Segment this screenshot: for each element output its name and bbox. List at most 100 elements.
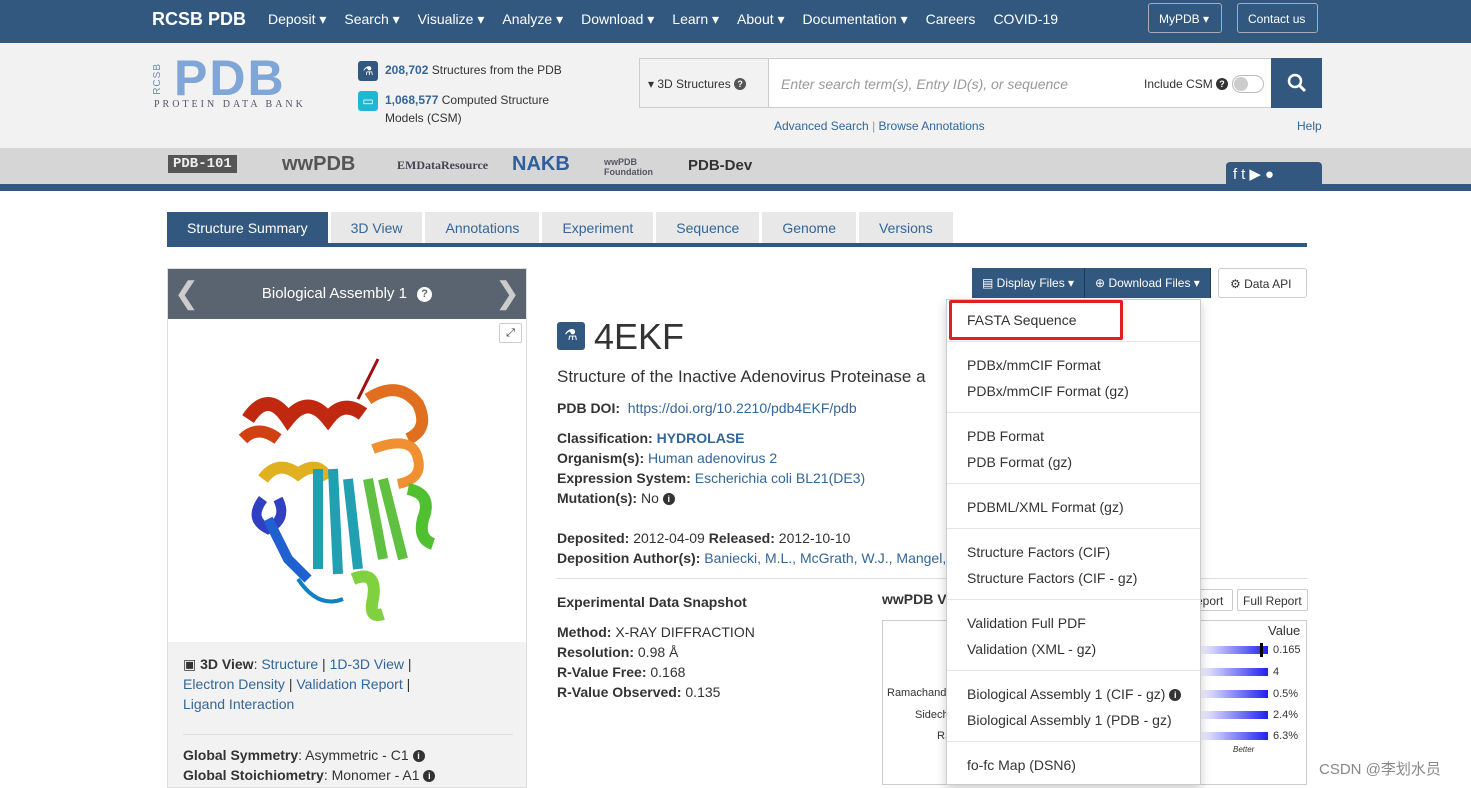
help-link[interactable]: Help — [1297, 119, 1322, 133]
search-button[interactable] — [1271, 58, 1322, 108]
electron-density-link[interactable]: Electron Density — [183, 676, 285, 692]
tab-annotations[interactable]: Annotations — [425, 212, 540, 243]
menu-about[interactable]: About ▾ — [737, 11, 785, 28]
tab-versions[interactable]: Versions — [859, 212, 953, 243]
include-csm-toggle[interactable] — [1232, 75, 1264, 93]
global-stoichiometry-label: Global Stoichiometry — [183, 767, 324, 783]
partner-pdb-dev[interactable]: PDB-Dev — [688, 157, 752, 174]
monitor-icon: ▭ — [358, 91, 378, 111]
structure-viewer[interactable]: ⤢ — [168, 319, 526, 642]
info-icon[interactable]: i — [662, 493, 675, 505]
method-value: X-RAY DIFFRACTION — [615, 624, 755, 640]
partner-emdataresource[interactable]: EMDataResource — [397, 158, 488, 173]
search-scope-select[interactable]: ▾ 3D Structures ? — [640, 59, 769, 107]
menu-deposit[interactable]: Deposit ▾ — [268, 11, 326, 28]
contact-button[interactable]: Contact us — [1237, 3, 1318, 33]
menu-item-assembly-cif[interactable]: Biological Assembly 1 (CIF - gz) i — [967, 686, 1182, 702]
display-files-button[interactable]: ▤ Display Files ▾ — [972, 268, 1086, 298]
github-icon[interactable]: ● — [1265, 166, 1278, 183]
menu-item-validation-pdf[interactable]: Validation Full PDF — [967, 615, 1086, 631]
flask-icon: ⚗ — [557, 322, 585, 350]
global-symmetry-label: Global Symmetry — [183, 747, 299, 763]
chevron-right-icon[interactable]: ❯ — [495, 269, 520, 319]
menu-search[interactable]: Search ▾ — [344, 11, 399, 28]
tab-3d-view[interactable]: 3D View — [330, 212, 423, 243]
advanced-search-link[interactable]: Advanced Search — [774, 119, 869, 133]
download-files-button[interactable]: ⊕ Download Files ▾ — [1085, 268, 1211, 298]
label-ramachandran: Ramachand — [887, 687, 947, 699]
search-bar: ▾ 3D Structures ? Enter search term(s), … — [639, 58, 1322, 108]
tab-sequence[interactable]: Sequence — [656, 212, 760, 243]
robs-value: 0.135 — [685, 684, 721, 700]
include-csm-label: Include CSM ? — [1144, 77, 1229, 91]
menu-item-pdb[interactable]: PDB Format — [967, 428, 1044, 444]
partner-pdb101[interactable]: PDB-101 — [168, 155, 237, 173]
facebook-icon[interactable]: f — [1233, 166, 1241, 183]
1d3d-view-link[interactable]: 1D-3D View — [330, 656, 404, 672]
experimental-snapshot: Experimental Data Snapshot Method: X-RAY… — [557, 592, 755, 702]
menu-item-pdbml[interactable]: PDBML/XML Format (gz) — [967, 499, 1124, 515]
symmetry-info: Global Symmetry: Asymmetric - C1 i Globa… — [183, 734, 513, 785]
menu-item-mmcif-gz[interactable]: PDBx/mmCIF Format (gz) — [967, 383, 1129, 399]
menu-item-pdb-gz[interactable]: PDB Format (gz) — [967, 454, 1072, 470]
expression-link[interactable]: Escherichia coli BL21(DE3) — [695, 470, 865, 486]
youtube-icon[interactable]: ▶ — [1249, 166, 1265, 183]
mypdb-button[interactable]: MyPDB ▾ — [1148, 3, 1222, 33]
partner-wwpdb[interactable]: wwPDB — [282, 153, 355, 176]
menu-analyze[interactable]: Analyze ▾ — [502, 11, 563, 28]
authors-link[interactable]: Baniecki, M.L., McGrath, W.J., Mangel, — [704, 550, 946, 566]
doi-link[interactable]: https://doi.org/10.2210/pdb4EKF/pdb — [628, 400, 857, 416]
menu-item-fofc-map[interactable]: fo-fc Map (DSN6) — [967, 757, 1076, 773]
csm-text: Computed Structure — [438, 93, 550, 107]
bar-rfree — [1198, 646, 1268, 654]
released-date: 2012-10-10 — [778, 530, 851, 546]
menu-item-sf-cif[interactable]: Structure Factors (CIF) — [967, 544, 1110, 560]
ligand-interaction-link[interactable]: Ligand Interaction — [183, 696, 294, 712]
authors-label: Deposition Author(s): — [557, 550, 701, 566]
help-icon[interactable]: ? — [1216, 78, 1229, 90]
menu-documentation[interactable]: Documentation ▾ — [803, 11, 908, 28]
browse-annotations-link[interactable]: Browse Annotations — [879, 119, 985, 133]
label-sidechain: Sidech — [915, 709, 949, 721]
tab-structure-summary[interactable]: Structure Summary — [167, 212, 328, 243]
expand-icon[interactable]: ⤢ — [499, 323, 522, 343]
partner-wwpdb-foundation[interactable]: wwPDB Foundation — [604, 157, 674, 177]
search-input[interactable]: Enter search term(s), Entry ID(s), or se… — [781, 76, 1068, 92]
deposited-date: 2012-04-09 — [633, 530, 705, 546]
menu-divider — [947, 741, 1200, 742]
structure-link[interactable]: Structure — [261, 656, 318, 672]
download-files-menu: FASTA Sequence PDBx/mmCIF Format PDBx/mm… — [946, 299, 1201, 785]
help-icon[interactable]: ? — [734, 78, 747, 90]
menu-item-assembly-pdb[interactable]: Biological Assembly 1 (PDB - gz) — [967, 712, 1172, 728]
menu-item-mmcif[interactable]: PDBx/mmCIF Format — [967, 357, 1101, 373]
value-ramachandran: 0.5% — [1273, 688, 1299, 700]
structures-count[interactable]: 208,702 — [385, 63, 428, 77]
social-links: ft▶● — [1226, 162, 1322, 186]
csm-count[interactable]: 1,068,577 — [385, 93, 438, 107]
pdb-logo[interactable]: RCSB PDB PROTEIN DATA BANK — [152, 50, 342, 112]
help-icon[interactable]: ? — [417, 287, 433, 302]
partner-nakb[interactable]: NAKB — [512, 153, 570, 176]
organism-link[interactable]: Human adenovirus 2 — [648, 450, 777, 466]
tab-genome[interactable]: Genome — [762, 212, 857, 243]
info-icon[interactable]: i — [1169, 689, 1182, 701]
info-icon[interactable]: i — [423, 770, 436, 782]
menu-visualize[interactable]: Visualize ▾ — [418, 11, 485, 28]
menu-covid[interactable]: COVID-19 — [993, 11, 1058, 28]
menu-item-validation-xml[interactable]: Validation (XML - gz) — [967, 641, 1096, 657]
menu-item-sf-cif-gz[interactable]: Structure Factors (CIF - gz) — [967, 570, 1137, 586]
menu-learn[interactable]: Learn ▾ — [672, 11, 719, 28]
resolution-label: Resolution: — [557, 644, 634, 660]
chevron-left-icon[interactable]: ❮ — [174, 269, 199, 319]
full-report-button[interactable]: Full Report — [1237, 589, 1308, 611]
info-icon[interactable]: i — [412, 750, 425, 762]
menu-download[interactable]: Download ▾ — [581, 11, 654, 28]
data-api-button[interactable]: ⚙ Data API — [1218, 268, 1307, 298]
menu-careers[interactable]: Careers — [926, 11, 976, 28]
tab-experiment[interactable]: Experiment — [542, 212, 654, 243]
validation-report-link[interactable]: Validation Report — [296, 676, 402, 692]
bar-clashscore — [1198, 668, 1268, 676]
classification-link[interactable]: HYDROLASE — [657, 430, 745, 446]
include-csm-text: Include CSM — [1144, 77, 1213, 91]
brand-link[interactable]: RCSB PDB — [152, 9, 246, 30]
